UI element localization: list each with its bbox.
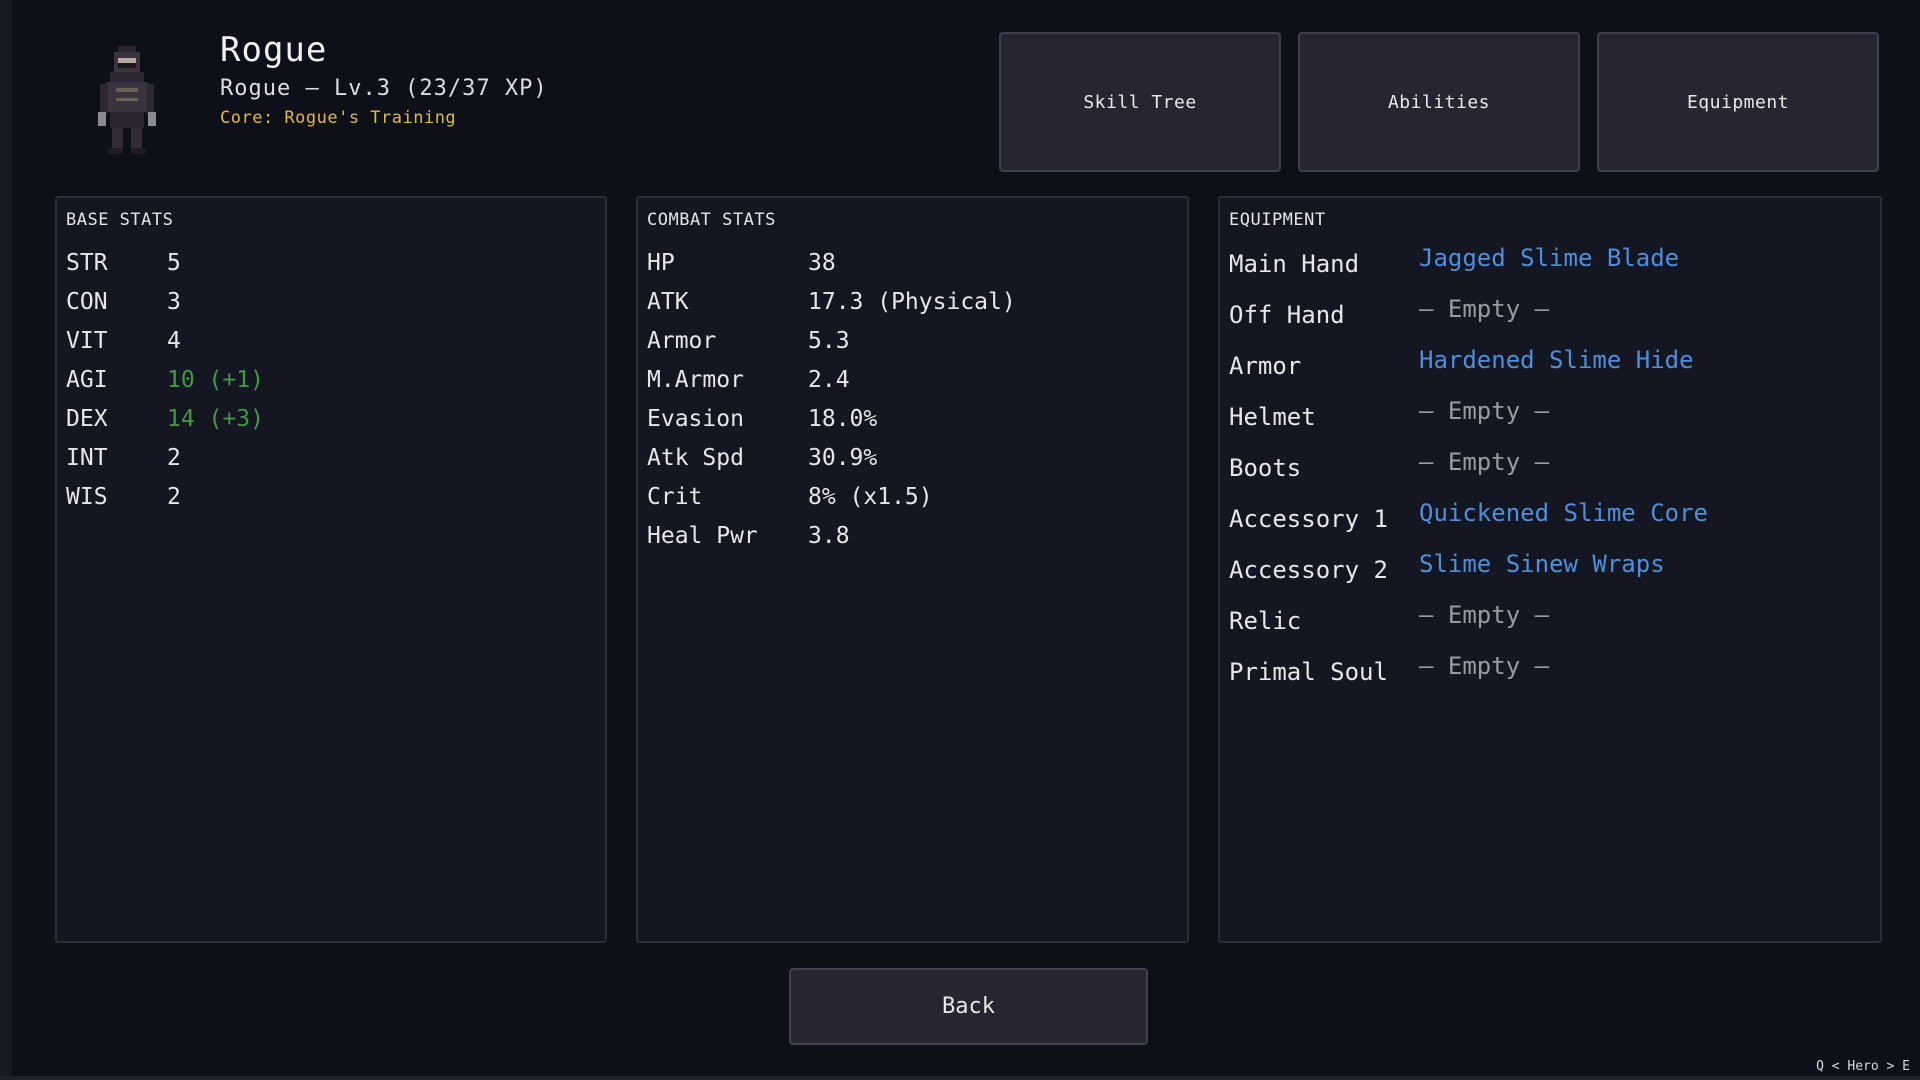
panel-title: BASE STATS: [66, 210, 174, 230]
slot-label: Accessory 1: [1229, 505, 1388, 533]
stat-label: INT: [66, 445, 108, 471]
stat-row: WIS 2: [66, 484, 181, 510]
stat-value: 5: [167, 250, 181, 276]
slot-label: Main Hand: [1229, 250, 1360, 278]
stat-value: 17.3 (Physical): [808, 289, 1016, 315]
bottom-edge: [0, 1076, 1920, 1080]
stat-label: Evasion: [647, 406, 744, 432]
slot-label: Accessory 2: [1229, 556, 1388, 584]
stat-label: CON: [66, 289, 108, 315]
empty-slot[interactable]: – Empty –: [1419, 397, 1549, 431]
stat-row: CON 3: [66, 289, 181, 315]
slot-label: Relic: [1229, 607, 1302, 635]
equipped-item[interactable]: Slime Sinew Wraps: [1419, 550, 1665, 584]
left-edge: [0, 0, 12, 1080]
stat-label: Crit: [647, 484, 703, 510]
stat-value: 2: [167, 484, 181, 510]
combat-stats-panel: COMBAT STATS HP 38 ATK 17.3 (Physical) A…: [636, 196, 1189, 943]
stat-value: 3: [167, 289, 181, 315]
slot-label: Helmet: [1229, 403, 1316, 431]
stat-label: Atk Spd: [647, 445, 744, 471]
stat-value: 4: [167, 328, 181, 354]
hero-core: Core: Rogue's Training: [220, 108, 457, 128]
stat-value: 3.8: [808, 523, 850, 549]
equipment-panel: EQUIPMENT Main Hand Jagged Slime Blade O…: [1218, 196, 1882, 943]
stat-row: Crit 8% (x1.5): [647, 484, 933, 510]
panel-title: COMBAT STATS: [647, 210, 776, 230]
skill-tree-button[interactable]: Skill Tree: [999, 32, 1281, 172]
slot-label: Armor: [1229, 352, 1302, 380]
stat-label: VIT: [66, 328, 108, 354]
hero-level: Rogue – Lv.3 (23/37 XP): [220, 76, 548, 101]
empty-slot[interactable]: – Empty –: [1419, 601, 1549, 635]
stat-row: AGI 10 (+1): [66, 367, 264, 393]
equipment-slot-row[interactable]: Off Hand – Empty –: [1229, 295, 1549, 329]
stat-value-buffed: 10 (+1): [167, 367, 264, 393]
stat-row: ATK 17.3 (Physical): [647, 289, 1016, 315]
equipment-slot-row[interactable]: Helmet – Empty –: [1229, 397, 1549, 431]
stat-value: 30.9%: [808, 445, 878, 471]
stat-value: 2.4: [808, 367, 850, 393]
stat-row: INT 2: [66, 445, 181, 471]
stat-value: 38: [808, 250, 836, 276]
stat-label: Heal Pwr: [647, 523, 758, 549]
stat-row: HP 38: [647, 250, 836, 276]
equipped-item[interactable]: Jagged Slime Blade: [1419, 244, 1679, 278]
stat-row: M.Armor 2.4: [647, 367, 850, 393]
stat-label: HP: [647, 250, 675, 276]
empty-slot[interactable]: – Empty –: [1419, 295, 1549, 329]
abilities-button[interactable]: Abilities: [1298, 32, 1580, 172]
stat-label: WIS: [66, 484, 108, 510]
equipment-slot-row[interactable]: Relic – Empty –: [1229, 601, 1549, 635]
stat-label: ATK: [647, 289, 689, 315]
slot-label: Boots: [1229, 454, 1302, 482]
panel-title: EQUIPMENT: [1229, 210, 1326, 230]
stat-label: Armor: [647, 328, 717, 354]
stat-value: 8% (x1.5): [808, 484, 933, 510]
stat-label: STR: [66, 250, 108, 276]
equipment-slot-row[interactable]: Accessory 1 Quickened Slime Core: [1229, 499, 1708, 533]
equipment-slot-row[interactable]: Boots – Empty –: [1229, 448, 1549, 482]
slot-label: Off Hand: [1229, 301, 1345, 329]
equipment-slot-row[interactable]: Armor Hardened Slime Hide: [1229, 346, 1694, 380]
empty-slot[interactable]: – Empty –: [1419, 448, 1549, 482]
equipment-slot-row[interactable]: Primal Soul – Empty –: [1229, 652, 1549, 686]
stat-label: AGI: [66, 367, 108, 393]
slot-label: Primal Soul: [1229, 658, 1388, 686]
hero-switch-hint: Q < Hero > E: [1816, 1059, 1910, 1074]
rogue-sprite-icon: [98, 46, 156, 154]
back-button[interactable]: Back: [789, 968, 1148, 1045]
stat-label: M.Armor: [647, 367, 744, 393]
equipped-item[interactable]: Hardened Slime Hide: [1419, 346, 1694, 380]
stat-row: Heal Pwr 3.8: [647, 523, 850, 549]
empty-slot[interactable]: – Empty –: [1419, 652, 1549, 686]
stat-value: 18.0%: [808, 406, 878, 432]
stat-row: Armor 5.3: [647, 328, 850, 354]
base-stats-panel: BASE STATS STR 5 CON 3 VIT 4 AGI 10 (+1)…: [55, 196, 607, 943]
stat-value-buffed: 14 (+3): [167, 406, 264, 432]
equipped-item[interactable]: Quickened Slime Core: [1419, 499, 1708, 533]
equipment-button[interactable]: Equipment: [1597, 32, 1879, 172]
stat-row: STR 5: [66, 250, 181, 276]
stat-row: DEX 14 (+3): [66, 406, 264, 432]
stat-value: 5.3: [808, 328, 850, 354]
hero-name: Rogue: [220, 30, 328, 70]
stat-row: Atk Spd 30.9%: [647, 445, 877, 471]
hero-portrait: [92, 40, 162, 158]
stat-row: Evasion 18.0%: [647, 406, 877, 432]
stat-label: DEX: [66, 406, 108, 432]
equipment-slot-row[interactable]: Main Hand Jagged Slime Blade: [1229, 244, 1679, 278]
stat-value: 2: [167, 445, 181, 471]
equipment-slot-row[interactable]: Accessory 2 Slime Sinew Wraps: [1229, 550, 1665, 584]
stat-row: VIT 4: [66, 328, 181, 354]
